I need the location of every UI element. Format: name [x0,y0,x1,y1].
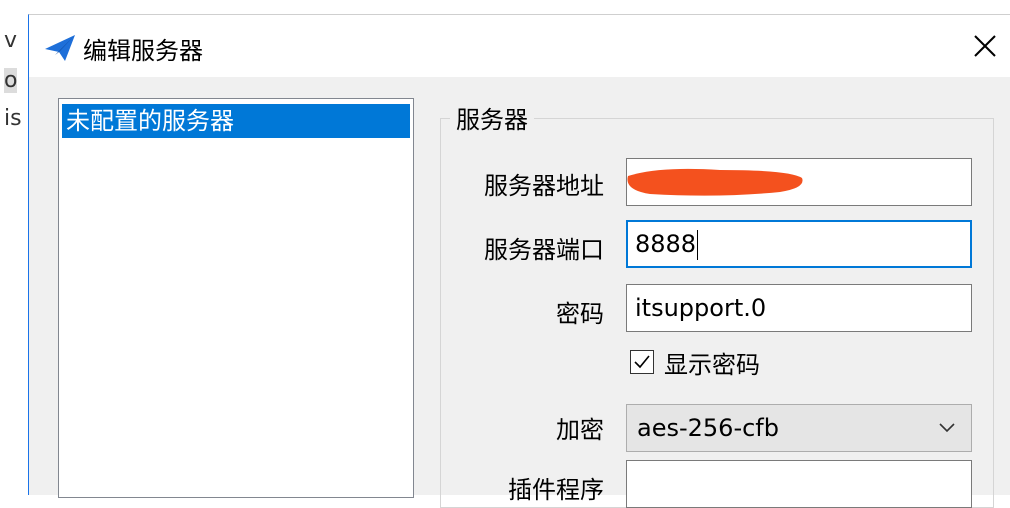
server-list[interactable]: 未配置的服务器 [58,98,414,498]
show-password-label: 显示密码 [664,350,760,379]
background-window-strip [0,0,1010,14]
redaction-mark [627,168,803,196]
checkmark-icon [634,355,650,369]
dialog-title: 编辑服务器 [83,37,203,65]
port-label: 服务器端口 [484,236,604,264]
address-label: 服务器地址 [484,172,604,200]
password-field[interactable]: itsupport.0 [626,284,972,332]
paper-plane-icon [45,35,75,61]
close-icon [974,35,996,57]
background-text-fragment: o [4,68,18,93]
port-field[interactable]: 8888 [626,220,972,268]
close-button[interactable] [968,29,1002,63]
plugin-label: 插件程序 [508,476,604,504]
show-password-row[interactable]: 显示密码 [630,346,760,379]
list-item[interactable]: 未配置的服务器 [62,104,410,138]
password-label: 密码 [556,300,604,328]
background-text-fragment: is [4,106,22,131]
chevron-down-icon [939,423,955,433]
text-caret [697,230,699,260]
background-window-edge: v o is [0,14,30,495]
plugin-field[interactable] [626,460,972,508]
encryption-label: 加密 [556,416,604,444]
background-text-fragment: v [4,28,18,53]
show-password-checkbox[interactable] [630,350,654,374]
title-bar: 编辑服务器 [29,15,1010,77]
encryption-select[interactable]: aes-256-cfb [626,404,972,452]
groupbox-title: 服务器 [450,100,534,135]
